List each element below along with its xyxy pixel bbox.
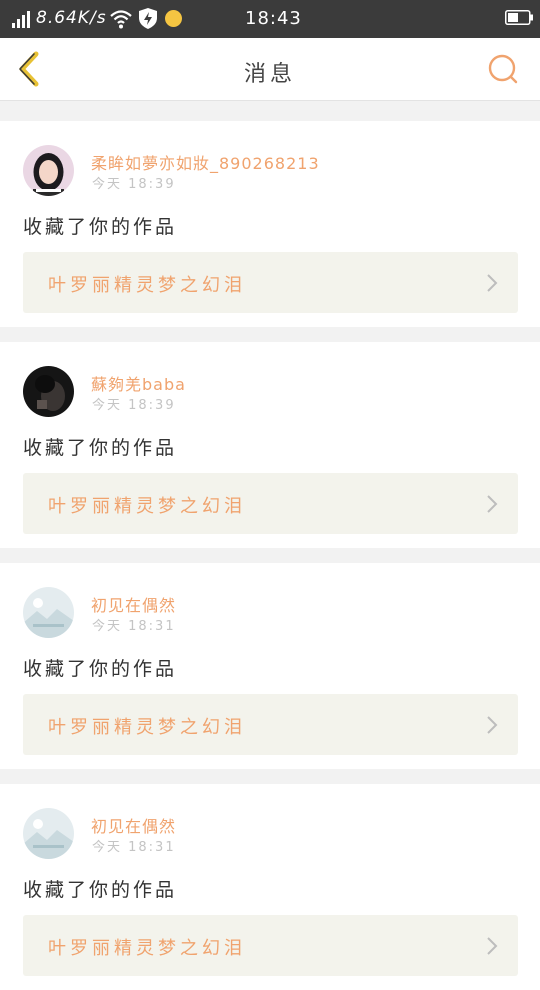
message-card: 蘇夠羌baba 今天 18:39 收藏了你的作品 叶罗丽精灵梦之幻泪 xyxy=(0,342,540,548)
message-text: 收藏了你的作品 xyxy=(23,879,178,901)
clock: 18:43 xyxy=(245,8,302,29)
work-link[interactable]: 叶罗丽精灵梦之幻泪 xyxy=(23,915,518,976)
work-link[interactable]: 叶罗丽精灵梦之幻泪 xyxy=(23,473,518,534)
chevron-right-icon xyxy=(487,495,498,513)
yellow-dot-icon xyxy=(165,10,182,27)
avatar[interactable] xyxy=(23,145,74,196)
chevron-right-icon xyxy=(487,716,498,734)
message-text: 收藏了你的作品 xyxy=(23,658,178,680)
search-icon[interactable] xyxy=(486,52,520,86)
message-text: 收藏了你的作品 xyxy=(23,216,178,238)
dark-photo-avatar xyxy=(23,366,74,417)
message-card: 柔眸如夢亦如妝_890268213 今天 18:39 收藏了你的作品 叶罗丽精灵… xyxy=(0,121,540,327)
work-title: 叶罗丽精灵梦之幻泪 xyxy=(48,275,246,296)
user-name[interactable]: 初见在偶然 xyxy=(91,813,176,837)
avatar[interactable] xyxy=(23,808,74,859)
chevron-right-icon xyxy=(487,274,498,292)
work-title: 叶罗丽精灵梦之幻泪 xyxy=(48,938,246,959)
status-bar: 8.64K/s 18:43 xyxy=(0,0,540,38)
work-title: 叶罗丽精灵梦之幻泪 xyxy=(48,496,246,517)
user-name[interactable]: 蘇夠羌baba xyxy=(91,371,186,395)
network-speed: 8.64K/s xyxy=(36,8,107,28)
default-landscape-avatar xyxy=(23,808,74,859)
chevron-right-icon xyxy=(487,937,498,955)
work-link[interactable]: 叶罗丽精灵梦之幻泪 xyxy=(23,694,518,755)
message-time: 今天 18:39 xyxy=(92,398,176,413)
message-card: 初见在偶然 今天 18:31 收藏了你的作品 叶罗丽精灵梦之幻泪 xyxy=(0,563,540,769)
message-card: 初见在偶然 今天 18:31 收藏了你的作品 叶罗丽精灵梦之幻泪 xyxy=(0,784,540,990)
message-text: 收藏了你的作品 xyxy=(23,437,178,459)
user-name[interactable]: 柔眸如夢亦如妝_890268213 xyxy=(91,150,320,174)
message-time: 今天 18:31 xyxy=(92,840,176,855)
avatar[interactable] xyxy=(23,587,74,638)
wifi-icon xyxy=(110,10,132,29)
signal-icon xyxy=(12,11,30,28)
work-link[interactable]: 叶罗丽精灵梦之幻泪 xyxy=(23,252,518,313)
avatar[interactable] xyxy=(23,366,74,417)
battery-icon xyxy=(505,10,533,25)
user-name[interactable]: 初见在偶然 xyxy=(91,592,176,616)
work-title: 叶罗丽精灵梦之幻泪 xyxy=(48,717,246,738)
shield-charging-icon xyxy=(139,8,157,29)
message-time: 今天 18:31 xyxy=(92,619,176,634)
message-time: 今天 18:39 xyxy=(92,177,176,192)
page-title: 消息 xyxy=(243,62,296,87)
default-landscape-avatar xyxy=(23,587,74,638)
app-header: 消息 xyxy=(0,38,540,101)
girl-photo-avatar xyxy=(23,145,74,196)
